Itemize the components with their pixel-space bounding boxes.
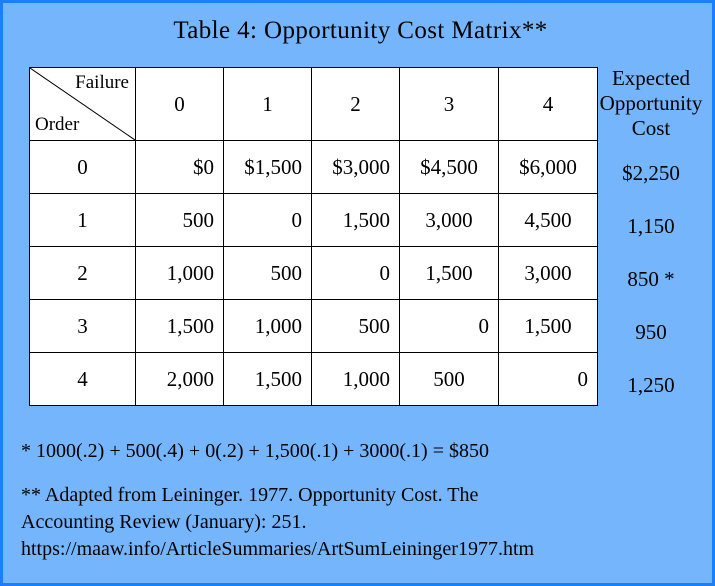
column-header-3: 3 [399,67,499,141]
eoc-value-row-4: 1,250 [627,373,675,397]
eoc-header-line-3: Cost [631,116,671,140]
column-header-4: 4 [498,67,598,141]
row-header-2: 2 [29,246,136,300]
column-header-0: 0 [135,67,224,141]
footnote-source-line-2: Accounting Review (January): 251. [21,511,307,533]
footnote-source: ** Adapted from Leininger. 1977. Opportu… [21,482,701,563]
cell-r1-c2: 1,500 [311,193,400,247]
opportunity-cost-matrix: Failure Order 0 1 2 3 4 0 $0 $1,500 $3,0… [29,67,598,406]
footnote-source-line-1: ** Adapted from Leininger. 1977. Opportu… [21,484,479,506]
eoc-value-row-3: 950 [635,320,667,344]
row-header-3: 3 [29,299,136,353]
cell-r1-c4: 4,500 [498,193,598,247]
footnote-calculation: * 1000(.2) + 500(.4) + 0(.2) + 1,500(.1)… [21,440,489,462]
corner-axis-cell: Failure Order [29,67,136,141]
column-axis-label: Failure [75,72,129,93]
eoc-value-row-0: $2,250 [622,161,680,185]
cell-r0-c0: $0 [135,140,224,194]
table-row: 1 500 0 1,500 3,000 4,500 [29,193,598,247]
table-header-row: Failure Order 0 1 2 3 4 [29,67,598,141]
eoc-header-line-2: Opportunity [599,91,703,115]
page-title: Table 4: Opportunity Cost Matrix** [173,17,548,44]
column-header-1: 1 [223,67,312,141]
cell-r3-c1: 1,000 [223,299,312,353]
table-row: 0 $0 $1,500 $3,000 $4,500 $6,000 [29,140,598,194]
cell-r1-c0: 500 [135,193,224,247]
cell-r4-c4: 0 [498,352,598,406]
cell-r2-c3: 1,500 [399,246,499,300]
cell-r0-c3: $4,500 [399,140,499,194]
cell-r0-c4: $6,000 [498,140,598,194]
cell-r1-c1: 0 [223,193,312,247]
cell-r4-c0: 2,000 [135,352,224,406]
cell-r2-c1: 500 [223,246,312,300]
footnote-source-url[interactable]: https://maaw.info/ArticleSummaries/ArtSu… [21,536,701,563]
row-header-0: 0 [29,140,136,194]
cell-r3-c2: 500 [311,299,400,353]
cell-r2-c4: 3,000 [498,246,598,300]
expected-opportunity-cost-header: Expected Opportunity Cost [586,66,715,141]
table-row: 2 1,000 500 0 1,500 3,000 [29,246,598,300]
table-row: 4 2,000 1,500 1,000 500 0 [29,352,598,406]
cell-r3-c0: 1,500 [135,299,224,353]
row-header-4: 4 [29,352,136,406]
cell-r4-c2: 1,000 [311,352,400,406]
row-axis-label: Order [35,114,80,135]
cell-r4-c1: 1,500 [223,352,312,406]
cell-r0-c2: $3,000 [311,140,400,194]
cell-r3-c3: 0 [399,299,499,353]
cell-r4-c3: 500 [399,352,499,406]
eoc-header-line-1: Expected [611,66,691,90]
cell-r1-c3: 3,000 [399,193,499,247]
cell-r2-c0: 1,000 [135,246,224,300]
cell-r3-c4: 1,500 [498,299,598,353]
cell-r2-c2: 0 [311,246,400,300]
slide-canvas: Table 4: Opportunity Cost Matrix** Failu… [0,0,715,586]
eoc-value-row-2: 850 * [627,267,675,291]
row-header-1: 1 [29,193,136,247]
cell-r0-c1: $1,500 [223,140,312,194]
eoc-value-row-1: 1,150 [627,214,675,238]
table-row: 3 1,500 1,000 500 0 1,500 [29,299,598,353]
column-header-2: 2 [311,67,400,141]
